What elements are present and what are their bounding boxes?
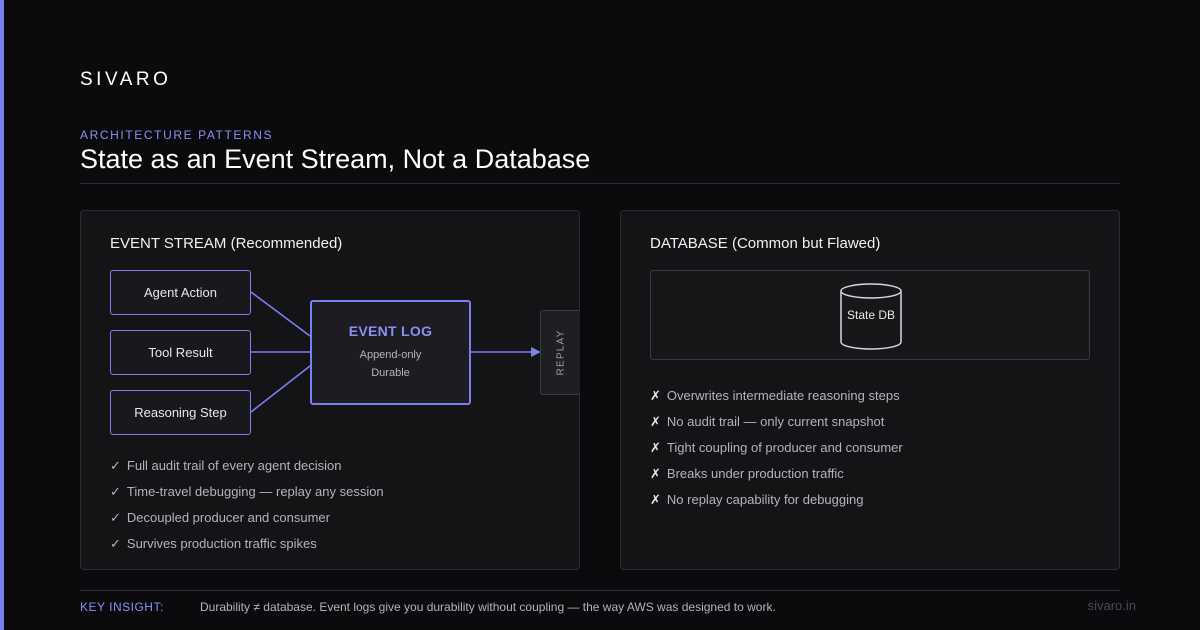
check-icon: ✓ — [110, 484, 121, 499]
replay-node: REPLAY — [540, 310, 580, 395]
section-eyebrow: ARCHITECTURE PATTERNS — [80, 128, 274, 142]
connector-agent-action — [250, 291, 311, 337]
event-stream-title: EVENT STREAM (Recommended) — [110, 235, 343, 252]
database-label: State DB — [846, 308, 896, 322]
cross-icon: ✗ — [650, 440, 661, 455]
list-item: ✗ Tight coupling of producer and consumer — [650, 440, 903, 455]
list-item: ✗ No replay capability for debugging — [650, 492, 864, 507]
drawbacks-list: ✗ Overwrites intermediate reasoning steps… — [650, 383, 903, 513]
check-icon: ✓ — [110, 458, 121, 473]
list-item: ✗ Breaks under production traffic — [650, 466, 844, 481]
source-reasoning-step: Reasoning Step — [110, 390, 251, 435]
database-title: DATABASE (Common but Flawed) — [650, 235, 881, 252]
footer-divider — [80, 590, 1120, 591]
connector-reasoning-step — [250, 365, 311, 413]
key-insight-label: KEY INSIGHT: — [80, 600, 164, 614]
brand-logo: SIVARO — [80, 69, 172, 90]
list-item: ✗ Overwrites intermediate reasoning steps — [650, 388, 900, 403]
replay-label: REPLAY — [555, 329, 567, 376]
check-icon: ✓ — [110, 510, 121, 525]
cross-icon: ✗ — [650, 466, 661, 481]
database-panel: DATABASE (Common but Flawed) State DB ✗ O… — [620, 210, 1120, 570]
key-insight-text: Durability ≠ database. Event logs give y… — [200, 600, 776, 614]
list-item: ✗ No audit trail — only current snapshot — [650, 414, 885, 429]
title-divider — [80, 183, 1120, 184]
source-agent-action: Agent Action — [110, 270, 251, 315]
event-stream-panel: EVENT STREAM (Recommended) Agent Action … — [80, 210, 580, 570]
cross-icon: ✗ — [650, 492, 661, 507]
site-url: sivaro.in — [1087, 598, 1136, 613]
list-item: ✓ Full audit trail of every agent decisio… — [110, 458, 342, 473]
event-log-line-1: Append-only — [359, 349, 422, 361]
list-item: ✓ Time-travel debugging — replay any sess… — [110, 484, 384, 499]
source-tool-result: Tool Result — [110, 330, 251, 375]
list-item: ✓ Decoupled producer and consumer — [110, 510, 330, 525]
check-icon: ✓ — [110, 536, 121, 551]
event-log-node: EVENT LOG Append-only Durable — [310, 300, 471, 405]
cross-icon: ✗ — [650, 388, 661, 403]
event-log-title: EVENT LOG — [348, 323, 433, 339]
accent-bar — [0, 0, 4, 630]
event-log-line-2: Durable — [371, 367, 410, 379]
cross-icon: ✗ — [650, 414, 661, 429]
page-title: State as an Event Stream, Not a Database — [80, 144, 591, 174]
database-diagram: State DB — [650, 270, 1090, 360]
list-item: ✓ Survives production traffic spikes — [110, 536, 317, 551]
benefits-list: ✓ Full audit trail of every agent decisio… — [110, 453, 384, 557]
